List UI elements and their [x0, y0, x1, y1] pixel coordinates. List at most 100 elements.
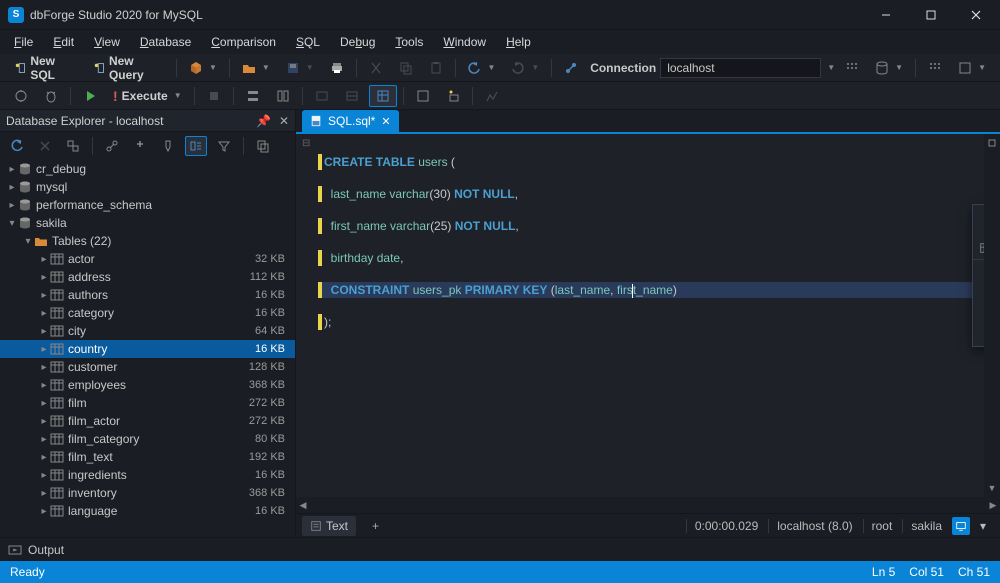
table-node-actor[interactable]: ▸actor32 KB	[0, 250, 295, 268]
table-node-film_actor[interactable]: ▸film_actor272 KB	[0, 412, 295, 430]
table-node-film[interactable]: ▸film272 KB	[0, 394, 295, 412]
menu-sql[interactable]: SQL	[286, 31, 330, 53]
tab-close-icon[interactable]: ✕	[381, 115, 390, 128]
tb-open-button[interactable]: ▼	[236, 58, 276, 78]
table-node-customer[interactable]: ▸customer128 KB	[0, 358, 295, 376]
status-line: Ln 5	[872, 565, 895, 579]
menu-database[interactable]: Database	[130, 31, 201, 53]
menu-debug[interactable]: Debug	[330, 31, 385, 53]
connection-caret[interactable]: ▼	[827, 63, 835, 72]
status-ch: Ch 51	[958, 565, 990, 579]
tb-right-1[interactable]: ▼	[952, 58, 992, 78]
new-sql-label: New SQL	[30, 54, 76, 82]
exp-windows-button[interactable]	[62, 136, 84, 156]
status-col: Col 51	[909, 565, 944, 579]
code-editor[interactable]: CREATE TABLE users ( last_name varchar(3…	[318, 134, 984, 497]
tb-grip-1[interactable]	[839, 58, 865, 78]
db-node-sakila[interactable]: ▾sakila	[0, 214, 295, 232]
editor-text-tab[interactable]: Text	[302, 516, 356, 536]
tab-label: SQL.sql*	[328, 114, 375, 128]
exp-pin-button[interactable]	[129, 136, 151, 156]
tb-grip-2[interactable]	[922, 58, 948, 78]
window-minimize-button[interactable]	[863, 0, 908, 30]
tb-print-button[interactable]	[324, 58, 350, 78]
window-maximize-button[interactable]	[908, 0, 953, 30]
tb-db-button[interactable]: ▼	[869, 58, 909, 78]
new-query-button[interactable]: New Query	[87, 51, 171, 85]
execute-button[interactable]: ! Execute ▼	[107, 85, 188, 107]
tb-paste-button[interactable]	[423, 58, 449, 78]
tb-save-button[interactable]: ▼	[280, 58, 320, 78]
table-node-address[interactable]: ▸address112 KB	[0, 268, 295, 286]
editor-hscrollbar[interactable]: ◀ ▶	[296, 497, 1000, 513]
exp-showprops-button[interactable]	[185, 136, 207, 156]
menu-comparison[interactable]: Comparison	[201, 31, 286, 53]
table-node-film_text[interactable]: ▸film_text192 KB	[0, 448, 295, 466]
tb2-stop-button[interactable]	[201, 86, 227, 106]
menu-tools[interactable]: Tools	[385, 31, 433, 53]
table-node-film_category[interactable]: ▸film_category80 KB	[0, 430, 295, 448]
exp-pin2-button[interactable]	[157, 136, 179, 156]
tb2-run-button[interactable]	[77, 86, 103, 106]
menu-help[interactable]: Help	[496, 31, 541, 53]
intellisense-popup[interactable]: users.first_name (Column) first_name var…	[972, 204, 984, 347]
menu-window[interactable]: Window	[433, 31, 496, 53]
explorer-title: Database Explorer - localhost	[6, 114, 163, 128]
output-panel-collapsed[interactable]: Output	[0, 537, 1000, 561]
table-node-language[interactable]: ▸language16 KB	[0, 502, 295, 520]
db-node-performance_schema[interactable]: ▸performance_schema	[0, 196, 295, 214]
db-node-cr_debug[interactable]: ▸cr_debug	[0, 160, 295, 178]
panel-close-icon[interactable]: ✕	[279, 114, 289, 128]
tb-redo-button[interactable]: ▼	[505, 58, 545, 78]
new-sql-button[interactable]: New SQL	[8, 51, 83, 85]
tb2-btn-4[interactable]	[270, 86, 296, 106]
tb-btn-1[interactable]: ▼	[183, 58, 223, 78]
tb2-btn-9[interactable]	[440, 86, 466, 106]
database-tree[interactable]: ▸cr_debug▸mysql▸performance_schema▾sakil…	[0, 160, 295, 537]
table-node-ingredients[interactable]: ▸ingredients16 KB	[0, 466, 295, 484]
tb-cut-button[interactable]	[363, 58, 389, 78]
editor-tab-sql[interactable]: SQL.sql* ✕	[302, 110, 399, 132]
toolbar-secondary: ! Execute ▼	[0, 82, 1000, 110]
table-node-authors[interactable]: ▸authors16 KB	[0, 286, 295, 304]
tables-folder[interactable]: ▾Tables (22)	[0, 232, 295, 250]
titlebar: S dbForge Studio 2020 for MySQL	[0, 0, 1000, 30]
status-server: localhost (8.0)	[768, 519, 852, 533]
tb2-btn-3[interactable]	[240, 86, 266, 106]
exp-delete-button[interactable]	[34, 136, 56, 156]
menu-file[interactable]: File	[4, 31, 43, 53]
new-query-label: New Query	[109, 54, 164, 82]
tb2-btn-10[interactable]	[479, 86, 505, 106]
table-node-city[interactable]: ▸city64 KB	[0, 322, 295, 340]
status-monitor-icon[interactable]	[952, 517, 970, 535]
table-node-employees[interactable]: ▸employees368 KB	[0, 376, 295, 394]
panel-pin-icon[interactable]: 📌	[256, 114, 271, 128]
tb2-btn-6[interactable]	[339, 86, 365, 106]
table-node-inventory[interactable]: ▸inventory368 KB	[0, 484, 295, 502]
table-node-country[interactable]: ▸country16 KB	[0, 340, 295, 358]
exp-refresh-button[interactable]	[6, 136, 28, 156]
db-node-mysql[interactable]: ▸mysql	[0, 178, 295, 196]
status-ready: Ready	[10, 565, 45, 579]
status-user: root	[863, 519, 893, 533]
exp-filter-button[interactable]	[213, 136, 235, 156]
tb2-btn-7[interactable]	[369, 85, 397, 107]
editor-vscrollbar[interactable]: ▼	[984, 134, 1000, 497]
exp-connect-button[interactable]	[101, 136, 123, 156]
tb2-btn-8[interactable]	[410, 86, 436, 106]
status-caret-icon[interactable]: ▾	[980, 519, 994, 533]
window-close-button[interactable]	[953, 0, 998, 30]
tb2-btn-5[interactable]	[309, 86, 335, 106]
menu-edit[interactable]: Edit	[43, 31, 84, 53]
table-node-category[interactable]: ▸category16 KB	[0, 304, 295, 322]
connection-label: Connection	[590, 61, 656, 75]
tb2-debug-button[interactable]	[8, 86, 34, 106]
tb2-debug2-button[interactable]	[38, 86, 64, 106]
editor-add-tab[interactable]: +	[364, 516, 387, 536]
statusbar: Ready Ln 5 Col 51 Ch 51	[0, 561, 1000, 583]
tb-copy-button[interactable]	[393, 58, 419, 78]
connection-selector[interactable]: localhost	[660, 58, 821, 78]
tb-undo-button[interactable]: ▼	[461, 58, 501, 78]
exp-copy-button[interactable]	[252, 136, 274, 156]
menu-view[interactable]: View	[84, 31, 130, 53]
